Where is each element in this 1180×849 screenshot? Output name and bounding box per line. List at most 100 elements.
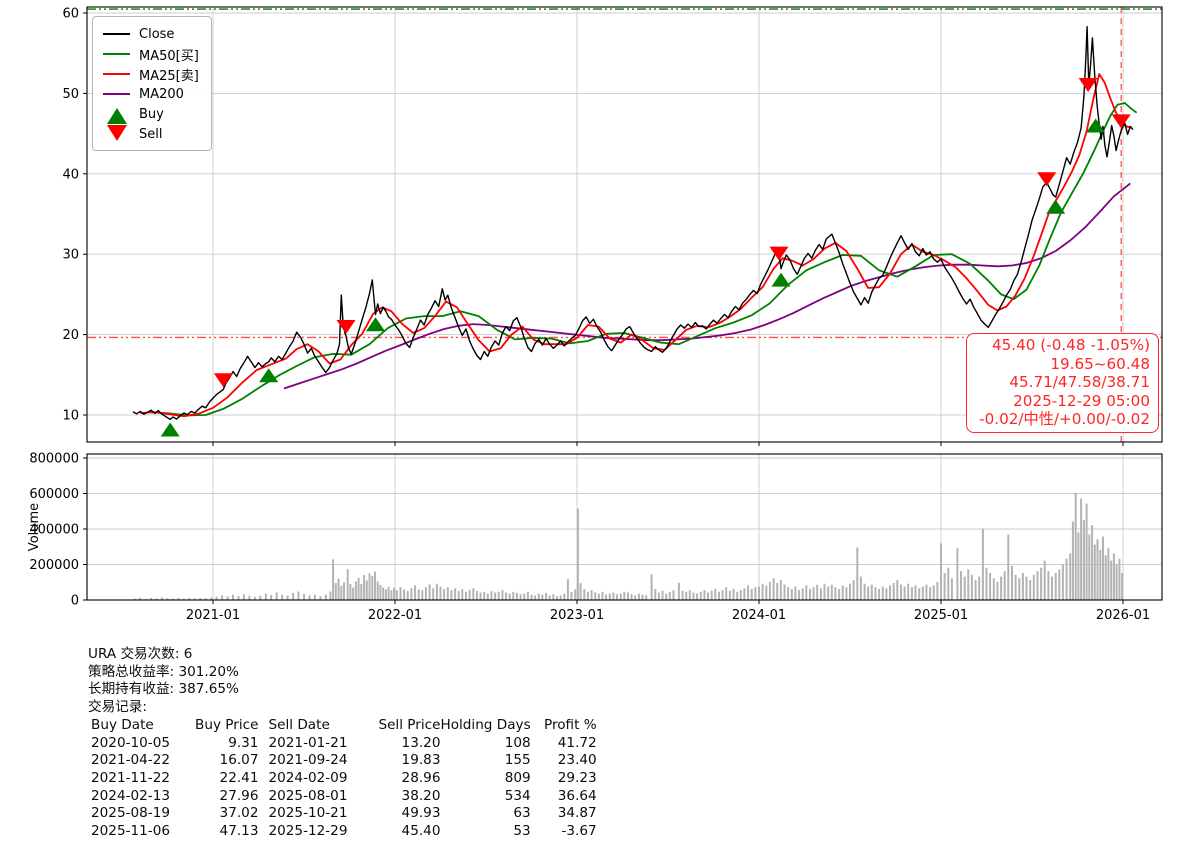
volume-tick-label: 200000 bbox=[29, 558, 79, 573]
trade-cell: 19.83 bbox=[401, 752, 441, 769]
quote-annotation-box: 45.40 (-0.48 -1.05%) 19.65~60.48 45.71/4… bbox=[966, 333, 1159, 433]
trade-cell: 38.20 bbox=[401, 787, 441, 804]
trade-cell: 809 bbox=[504, 769, 531, 786]
trade-cell: 2025-12-29 bbox=[268, 823, 348, 840]
trade-cell: 53 bbox=[513, 823, 531, 840]
trades-col-header: Buy Date bbox=[91, 716, 154, 733]
trade-cell: 22.41 bbox=[219, 769, 259, 786]
trade-cell: 2021-01-21 bbox=[268, 734, 348, 751]
gridlines bbox=[87, 7, 1162, 600]
annotation-signal-line: -0.02/中性/+0.00/-0.02 bbox=[979, 410, 1150, 429]
trade-cell: 2020-10-05 bbox=[91, 734, 171, 751]
trade-cell: 28.96 bbox=[401, 769, 441, 786]
trade-cell: 27.96 bbox=[219, 787, 259, 804]
trades-col-header: Sell Price bbox=[378, 716, 441, 733]
trade-row: 2025-11-06 47.13 2025-12-29 45.40 53 -3.67 bbox=[88, 823, 597, 841]
legend-label: MA200 bbox=[139, 86, 184, 102]
ma200-line-sample bbox=[103, 93, 130, 95]
strategy-return-line: 策略总收益率: 301.20% bbox=[88, 663, 239, 680]
trade-row: 2020-10-05 9.31 2021-01-21 13.20 108 41.72 bbox=[88, 735, 597, 753]
trade-cell: -3.67 bbox=[561, 823, 597, 840]
trade-cell: 36.64 bbox=[557, 787, 597, 804]
trade-cell: 23.40 bbox=[557, 752, 597, 769]
trades-header-row: Buy Date Buy Price Sell Date Sell Price Hold… bbox=[88, 717, 597, 735]
trade-cell: 155 bbox=[504, 752, 531, 769]
strategy-summary: URA 交易次数: 6 策略总收益率: 301.20% 长期持有收益: 387.… bbox=[88, 646, 597, 841]
legend-item-ma200: MA200 bbox=[103, 84, 199, 104]
legend-label: Close bbox=[139, 26, 175, 42]
time-tick-label: 2025-01 bbox=[914, 608, 968, 623]
buy-marker bbox=[771, 272, 791, 287]
annotation-range-line: 19.65~60.48 bbox=[1050, 354, 1150, 373]
annotation-ma-line: 45.71/47.58/38.71 bbox=[1009, 373, 1150, 392]
volume-bars bbox=[133, 492, 1124, 601]
figure: 10 20 30 40 50 60 0 200000 400000 600000 800000 202… bbox=[0, 0, 1180, 849]
trade-cell: 13.20 bbox=[401, 734, 441, 751]
ma25-line-sample bbox=[103, 73, 130, 75]
trade-cell: 2024-02-13 bbox=[91, 787, 171, 804]
close-line-sample bbox=[103, 33, 130, 35]
annotation-price-line: 45.40 (-0.48 -1.05%) bbox=[991, 336, 1150, 354]
trade-cell: 29.23 bbox=[557, 769, 597, 786]
volume-tick-label: 600000 bbox=[29, 487, 79, 502]
time-tick-label: 2022-01 bbox=[368, 608, 422, 623]
trade-row: 2025-08-19 37.02 2025-10-21 49.93 63 34.87 bbox=[88, 805, 597, 823]
legend-label: Buy bbox=[139, 106, 164, 122]
trades-col-header: Buy Price bbox=[195, 716, 259, 733]
trade-cell: 108 bbox=[504, 734, 531, 751]
legend-item-ma50: MA50[买] bbox=[103, 44, 199, 64]
trade-cell: 34.87 bbox=[557, 805, 597, 822]
trade-count-line: URA 交易次数: 6 bbox=[88, 646, 193, 662]
buy-marker bbox=[160, 422, 180, 437]
legend: Close MA50[买] MA25[卖] MA200 Buy Sell bbox=[92, 16, 212, 151]
trades-table: Buy Date Buy Price Sell Date Sell Price Hold… bbox=[88, 717, 597, 841]
price-tick-label: 50 bbox=[62, 87, 79, 102]
trades-col-header: Profit % bbox=[543, 716, 597, 733]
buy-triangle-icon bbox=[103, 107, 130, 124]
trade-cell: 2021-11-22 bbox=[91, 769, 171, 786]
trade-cell: 2025-08-19 bbox=[91, 805, 171, 822]
trade-cell: 41.72 bbox=[557, 734, 597, 751]
sell-marker bbox=[1037, 172, 1057, 187]
price-tick-label: 20 bbox=[62, 328, 79, 343]
trade-cell: 45.40 bbox=[401, 823, 441, 840]
trades-col-header: Holding Days bbox=[440, 716, 531, 733]
ma50-line-sample bbox=[103, 53, 130, 55]
trade-record-title: 交易记录: bbox=[88, 699, 147, 716]
sell-marker bbox=[213, 373, 233, 388]
trade-cell: 9.31 bbox=[228, 734, 259, 751]
legend-label: MA50[买] bbox=[139, 48, 199, 64]
trade-cell: 534 bbox=[504, 787, 531, 804]
volume-tick-label: 800000 bbox=[29, 452, 79, 467]
trade-row: 2021-04-22 16.07 2021-09-24 19.83 155 23.40 bbox=[88, 752, 597, 770]
trade-row: 2021-11-22 22.41 2024-02-09 28.96 809 29.23 bbox=[88, 770, 597, 788]
trade-cell: 2024-02-09 bbox=[268, 769, 348, 786]
legend-item-buy: Buy bbox=[103, 104, 199, 124]
volume-tick-label: 0 bbox=[71, 594, 79, 609]
trade-cell: 16.07 bbox=[219, 752, 259, 769]
buy-marker bbox=[1046, 199, 1066, 214]
price-tick-label: 30 bbox=[62, 248, 79, 263]
trade-cell: 37.02 bbox=[219, 805, 259, 822]
price-tick-label: 60 bbox=[62, 7, 79, 22]
legend-label: Sell bbox=[139, 126, 163, 142]
annotation-date-line: 2025-12-29 05:00 bbox=[1013, 391, 1150, 410]
trade-cell: 63 bbox=[513, 805, 531, 822]
legend-label: MA25[卖] bbox=[139, 68, 199, 84]
trade-cell: 2025-08-01 bbox=[268, 787, 348, 804]
volume-axis-label: Volume bbox=[27, 503, 42, 551]
time-tick-label: 2023-01 bbox=[550, 608, 604, 623]
buy-marker bbox=[259, 368, 279, 383]
trades-col-header: Sell Date bbox=[268, 716, 330, 733]
buy-marker bbox=[366, 317, 385, 332]
sell-triangle-icon bbox=[103, 124, 130, 141]
trade-cell: 49.93 bbox=[401, 805, 441, 822]
time-tick-label: 2021-01 bbox=[186, 608, 240, 623]
trade-cell: 47.13 bbox=[219, 823, 259, 840]
legend-item-ma25: MA25[卖] bbox=[103, 64, 199, 84]
price-tick-label: 40 bbox=[62, 167, 79, 182]
buy-hold-return-line: 长期持有收益: 387.65% bbox=[88, 681, 239, 698]
trade-cell: 2021-04-22 bbox=[91, 752, 171, 769]
trade-cell: 2025-11-06 bbox=[91, 823, 171, 840]
trade-cell: 2021-09-24 bbox=[268, 752, 348, 769]
